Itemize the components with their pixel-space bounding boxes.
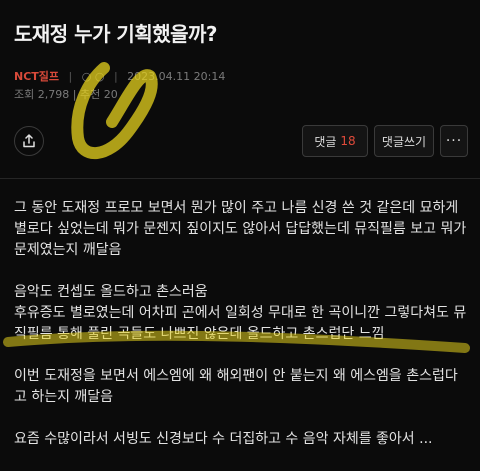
more-dots-icon[interactable]: ··· [440, 125, 468, 157]
share-button[interactable] [14, 126, 44, 156]
post-title: 도재정 누가 기획했을까? [14, 22, 218, 46]
meta-divider: | [113, 70, 118, 83]
comments-count: 18 [340, 134, 356, 148]
views-count: 2,798 [37, 88, 70, 101]
likes-count: 20 [103, 88, 118, 101]
meta-divider: | [68, 70, 73, 83]
meta-divider: | [72, 88, 77, 101]
paragraph: 음악도 컨셉도 올드하고 촌스러움 후유증도 별로였는데 어차피 곤에서 일회성… [14, 284, 467, 342]
paragraph: 이번 도재정을 보면서 에스엠에 왜 해외팬이 안 붙는지 왜 에스엠을 촌스럽… [14, 368, 458, 405]
comments-label: 댓글 [314, 134, 337, 149]
post-body: 그 동안 도재정 프로모 보면서 뭔가 많이 주고 나름 신경 쓴 것 같은데 … [14, 198, 468, 471]
paragraph: 요즘 수많이라서 서빙도 신경보다 수 더집하고 수 음악 자체를 좋아서 ..… [14, 431, 433, 447]
author-badges: ○ ○ [81, 70, 105, 83]
likes-label: 추천 [79, 88, 101, 101]
post-stats: 조회 2,798 | 추천 20 [14, 86, 118, 102]
header-divider [0, 178, 480, 179]
write-comment-button[interactable]: 댓글쓰기 [374, 125, 434, 157]
author-name[interactable]: NCT질프 [14, 70, 59, 83]
comments-button[interactable]: 댓글 18 [302, 125, 368, 157]
paragraph: 그 동안 도재정 프로모 보면서 뭔가 많이 주고 나름 신경 쓴 것 같은데 … [14, 200, 467, 258]
post-date: 2023.04.11 20:14 [127, 70, 226, 83]
share-icon [23, 134, 35, 148]
views-label: 조회 [14, 88, 35, 101]
post-meta: NCT질프 | ○ ○ | 2023.04.11 20:14 [14, 68, 225, 84]
